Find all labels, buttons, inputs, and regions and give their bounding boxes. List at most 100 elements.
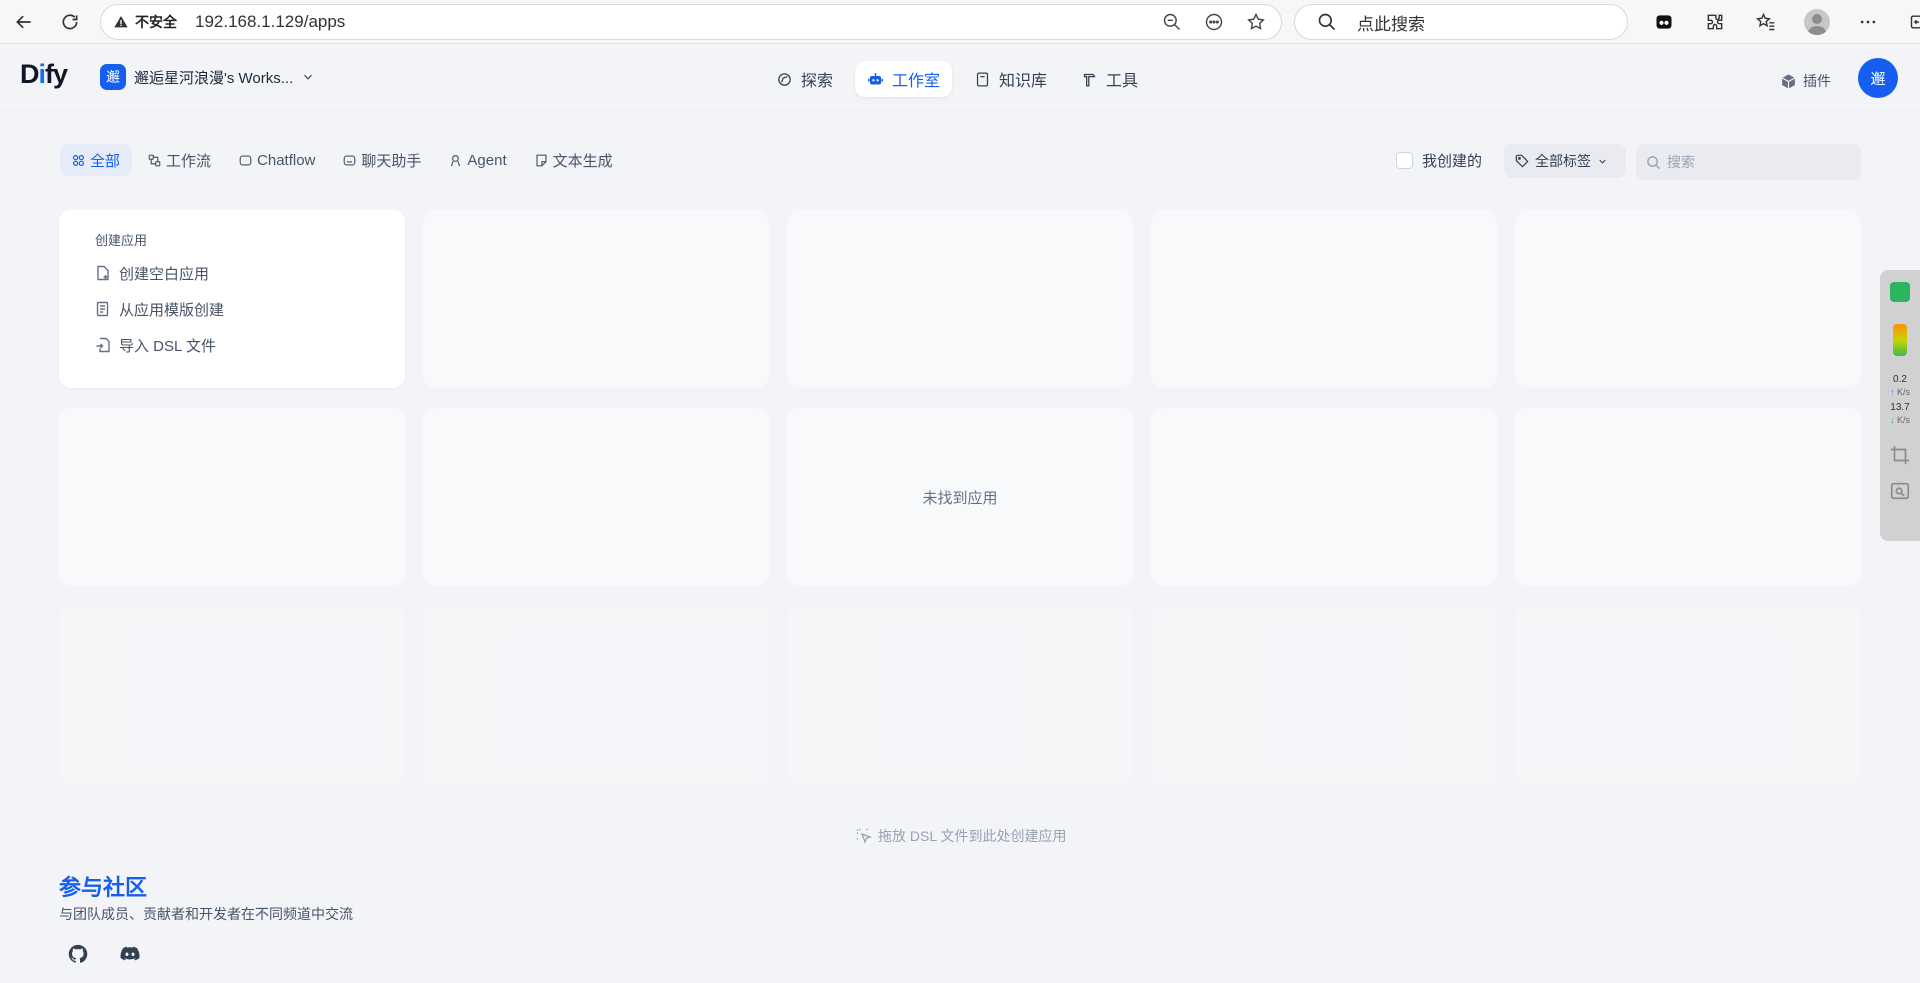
drop-hint-text: 拖放 DSL 文件到此处创建应用 <box>878 828 1067 844</box>
grid-icon <box>73 154 84 166</box>
empty-state: 未找到应用 <box>787 408 1133 586</box>
created-by-me-label: 我创建的 <box>1422 153 1483 170</box>
compass-icon <box>778 72 791 86</box>
profile-avatar[interactable] <box>1795 5 1839 39</box>
browser-search-box[interactable]: 点此搜索 <box>1294 4 1628 40</box>
favorites-icon[interactable] <box>1744 5 1788 39</box>
blank-file-icon <box>97 265 109 281</box>
sidebar-toggle-icon[interactable] <box>1897 5 1920 39</box>
app-type-tabs: 全部 工作流 Chatflow 聊天助手 Agent 文本生成 <box>60 144 625 176</box>
search-icon <box>1318 13 1336 31</box>
tab-text-generation[interactable]: 文本生成 <box>523 144 625 176</box>
plugins-button[interactable]: 插件 <box>1780 71 1831 91</box>
user-avatar[interactable]: 邂 <box>1858 58 1898 98</box>
download-speed-value: 13.7 <box>1890 402 1910 413</box>
workflow-icon <box>148 154 161 166</box>
tab-label: 全部 <box>90 152 121 170</box>
drag-drop-icon <box>856 828 872 844</box>
dify-logo[interactable]: Dify <box>20 59 68 90</box>
nav-knowledge[interactable]: 知识库 <box>962 61 1059 97</box>
more-circle-icon[interactable] <box>1195 5 1233 39</box>
chatflow-icon <box>239 154 252 166</box>
tab-chatbot[interactable]: 聊天助手 <box>331 144 433 176</box>
more-menu-icon[interactable] <box>1846 5 1890 39</box>
app-card-placeholder <box>1151 606 1497 784</box>
hammer-icon <box>1083 73 1096 87</box>
warning-icon <box>114 16 128 28</box>
app-card-placeholder <box>59 408 405 586</box>
tab-all[interactable]: 全部 <box>60 144 133 176</box>
cube-icon <box>1781 73 1796 89</box>
create-item-label: 创建空白应用 <box>119 265 210 283</box>
upload-speed: 0.2 ↑ K/s <box>1889 374 1911 397</box>
tab-label: 工作流 <box>166 152 212 170</box>
created-by-me-checkbox[interactable] <box>1396 152 1413 169</box>
tab-workflow[interactable]: 工作流 <box>136 144 223 176</box>
workspace-name: 邂逅星河浪漫's Works... <box>134 69 294 87</box>
create-from-template-button[interactable]: 从应用模版创建 <box>95 297 369 321</box>
app-grid: 创建应用 创建空白应用 从应用模版创建 导入 DSL 文件 未找到应用 <box>59 210 1861 784</box>
reload-icon[interactable] <box>53 5 87 39</box>
community-title: 参与社区 <box>59 875 148 900</box>
extensions-puzzle-icon[interactable] <box>1693 5 1737 39</box>
url-text[interactable]: 192.168.1.129/apps <box>195 12 345 32</box>
import-dsl-button[interactable]: 导入 DSL 文件 <box>95 333 369 357</box>
plugins-label: 插件 <box>1803 73 1831 89</box>
app-card-placeholder <box>59 606 405 784</box>
speed-unit: K/s <box>1897 387 1911 397</box>
favorite-star-icon[interactable] <box>1237 5 1275 39</box>
download-speed: 13.7 ↓ K/s <box>1889 402 1911 425</box>
security-warning[interactable]: 不安全 <box>113 12 177 32</box>
chevron-down-icon <box>304 74 313 80</box>
community-description: 与团队成员、贡献者和开发者在不同频道中交流 <box>59 906 353 922</box>
tab-chatflow[interactable]: Chatflow <box>227 144 327 176</box>
tab-agent[interactable]: Agent <box>437 144 518 176</box>
shield-check-icon <box>1890 282 1910 302</box>
create-blank-app-button[interactable]: 创建空白应用 <box>95 261 369 285</box>
upload-speed-value: 0.2 <box>1893 374 1907 385</box>
app-card-placeholder <box>423 606 769 784</box>
system-monitor-widget[interactable]: 0.2 ↑ K/s 13.7 ↓ K/s <box>1880 270 1920 541</box>
workspace-avatar: 邂 <box>100 64 126 90</box>
chevron-down-icon <box>1599 159 1606 164</box>
tab-label: 文本生成 <box>552 152 613 170</box>
workspace-selector[interactable]: 邂 邂逅星河浪漫's Works... <box>100 64 315 90</box>
import-icon <box>96 337 110 353</box>
app-card-placeholder <box>423 210 769 388</box>
nav-label: 工作室 <box>892 73 941 90</box>
extension-app-icon[interactable] <box>1642 5 1686 39</box>
nav-explore[interactable]: 探索 <box>764 61 845 97</box>
app-search[interactable] <box>1636 144 1861 180</box>
nav-studio[interactable]: 工作室 <box>855 61 953 97</box>
created-by-me-filter[interactable]: 我创建的 <box>1396 150 1482 171</box>
empty-state-text: 未找到应用 <box>922 489 998 507</box>
nav-label: 工具 <box>1106 73 1139 90</box>
tag-filter-select[interactable]: 全部标签 <box>1504 144 1626 178</box>
temperature-gauge-icon <box>1893 324 1907 356</box>
tab-label: 聊天助手 <box>361 152 422 170</box>
github-icon[interactable] <box>62 942 94 966</box>
app-search-input[interactable] <box>1667 154 1847 170</box>
crop-icon[interactable] <box>1889 444 1911 466</box>
app-header: Dify 邂 邂逅星河浪漫's Works... 探索 工作室 知识库 工具 插… <box>0 45 1920 111</box>
template-icon <box>96 301 109 317</box>
text-icon <box>536 154 547 166</box>
screenshot-search-icon[interactable] <box>1889 480 1911 502</box>
app-card-placeholder <box>1515 606 1861 784</box>
browser-search-label: 点此搜索 <box>1357 14 1425 34</box>
app-card-placeholder <box>1151 408 1497 586</box>
nav-tools[interactable]: 工具 <box>1069 61 1150 97</box>
robot-icon <box>868 72 883 84</box>
speed-unit: K/s <box>1897 415 1911 425</box>
search-icon <box>1647 155 1661 169</box>
back-icon[interactable] <box>7 5 41 39</box>
address-bar[interactable]: 不安全 192.168.1.129/apps <box>100 4 1282 40</box>
zoom-out-icon[interactable] <box>1153 5 1191 39</box>
app-card-placeholder <box>423 408 769 586</box>
dsl-drop-hint: 拖放 DSL 文件到此处创建应用 <box>856 826 1067 846</box>
app-card-placeholder <box>787 606 1133 784</box>
discord-icon[interactable] <box>114 942 146 966</box>
create-item-label: 导入 DSL 文件 <box>119 337 216 355</box>
create-app-card: 创建应用 创建空白应用 从应用模版创建 导入 DSL 文件 <box>59 210 405 388</box>
agent-icon <box>451 154 461 166</box>
